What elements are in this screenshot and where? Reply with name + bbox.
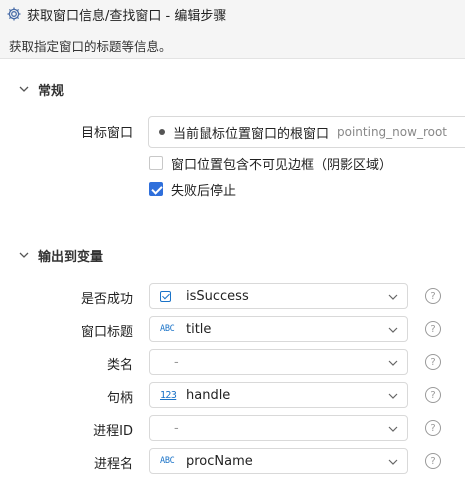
checkbox-type-glyph: [160, 290, 171, 302]
output-variable-empty: -: [174, 354, 179, 370]
help-icon[interactable]: ?: [425, 321, 441, 337]
dialog-title: 获取窗口信息/查找窗口 - 编辑步骤: [27, 8, 227, 24]
chevron-down-icon: [388, 294, 398, 300]
help-icon[interactable]: ?: [425, 453, 441, 469]
chevron-down-icon: [18, 83, 30, 95]
stop-on-fail-label: 失败后停止: [171, 183, 237, 199]
target-window-code: pointing_now_root: [337, 125, 447, 139]
chevron-down-icon: [18, 249, 30, 261]
output-variable-select[interactable]: 123 handle: [149, 382, 408, 408]
section-output-title: 输出到变量: [38, 249, 104, 265]
output-row-label: 进程名: [93, 457, 133, 472]
text-type-icon: ABC: [160, 456, 180, 466]
dialog-subtitle: 获取指定窗口的标题等信息。: [9, 39, 172, 54]
boolean-type-icon: [160, 290, 180, 302]
output-row-label: 句柄: [106, 391, 133, 406]
include-border-checkbox[interactable]: 窗口位置包含不可见边框（阴影区域）: [149, 154, 393, 173]
bullet-icon: [159, 129, 165, 135]
header-divider: [0, 58, 465, 59]
title-row: 获取窗口信息/查找窗口 - 编辑步骤: [6, 4, 226, 24]
gear-icon: [6, 6, 22, 22]
text-type-icon: ABC: [160, 324, 180, 334]
type-glyph: ABC: [160, 324, 175, 334]
target-window-field[interactable]: 当前鼠标位置窗口的根窗口 pointing_now_root: [148, 116, 465, 148]
help-icon[interactable]: ?: [425, 420, 441, 436]
section-general-title: 常规: [38, 83, 65, 99]
section-general-toggle[interactable]: 常规: [18, 80, 65, 99]
include-border-label: 窗口位置包含不可见边框（阴影区域）: [171, 157, 393, 173]
target-window-label: 目标窗口: [80, 126, 133, 141]
checkbox-checked-icon: [149, 182, 163, 196]
help-icon[interactable]: ?: [425, 288, 441, 304]
type-glyph: ABC: [160, 456, 175, 466]
chevron-down-icon: [388, 327, 398, 333]
number-type-icon: 123: [160, 390, 180, 401]
output-row-label: 是否成功: [80, 292, 133, 307]
output-variable-value: isSuccess: [186, 288, 249, 304]
output-variable-value: procName: [186, 453, 253, 469]
output-row-label: 类名: [106, 358, 133, 373]
section-output-toggle[interactable]: 输出到变量: [18, 246, 104, 265]
output-variable-empty: -: [174, 420, 179, 436]
output-variable-select[interactable]: -: [149, 415, 408, 441]
target-window-value: 当前鼠标位置窗口的根窗口: [173, 126, 330, 142]
output-variable-select[interactable]: ABC procName: [149, 448, 408, 474]
output-variable-select[interactable]: -: [149, 349, 408, 375]
checkbox-icon: [149, 156, 163, 170]
type-glyph: 123: [160, 389, 177, 401]
chevron-down-icon: [388, 459, 398, 465]
help-icon[interactable]: ?: [425, 387, 441, 403]
output-variable-value: handle: [186, 387, 231, 403]
output-variable-value: title: [186, 321, 212, 337]
output-row-label: 窗口标题: [80, 325, 133, 340]
dialog-header: 获取窗口信息/查找窗口 - 编辑步骤 获取指定窗口的标题等信息。: [0, 0, 465, 58]
output-row-label: 进程ID: [93, 424, 133, 439]
stop-on-fail-checkbox[interactable]: 失败后停止: [149, 180, 237, 199]
output-variable-select[interactable]: isSuccess: [149, 283, 408, 309]
chevron-down-icon: [388, 393, 398, 399]
chevron-down-icon: [388, 426, 398, 432]
chevron-down-icon: [388, 360, 398, 366]
output-variable-select[interactable]: ABC title: [149, 316, 408, 342]
help-icon[interactable]: ?: [425, 354, 441, 370]
